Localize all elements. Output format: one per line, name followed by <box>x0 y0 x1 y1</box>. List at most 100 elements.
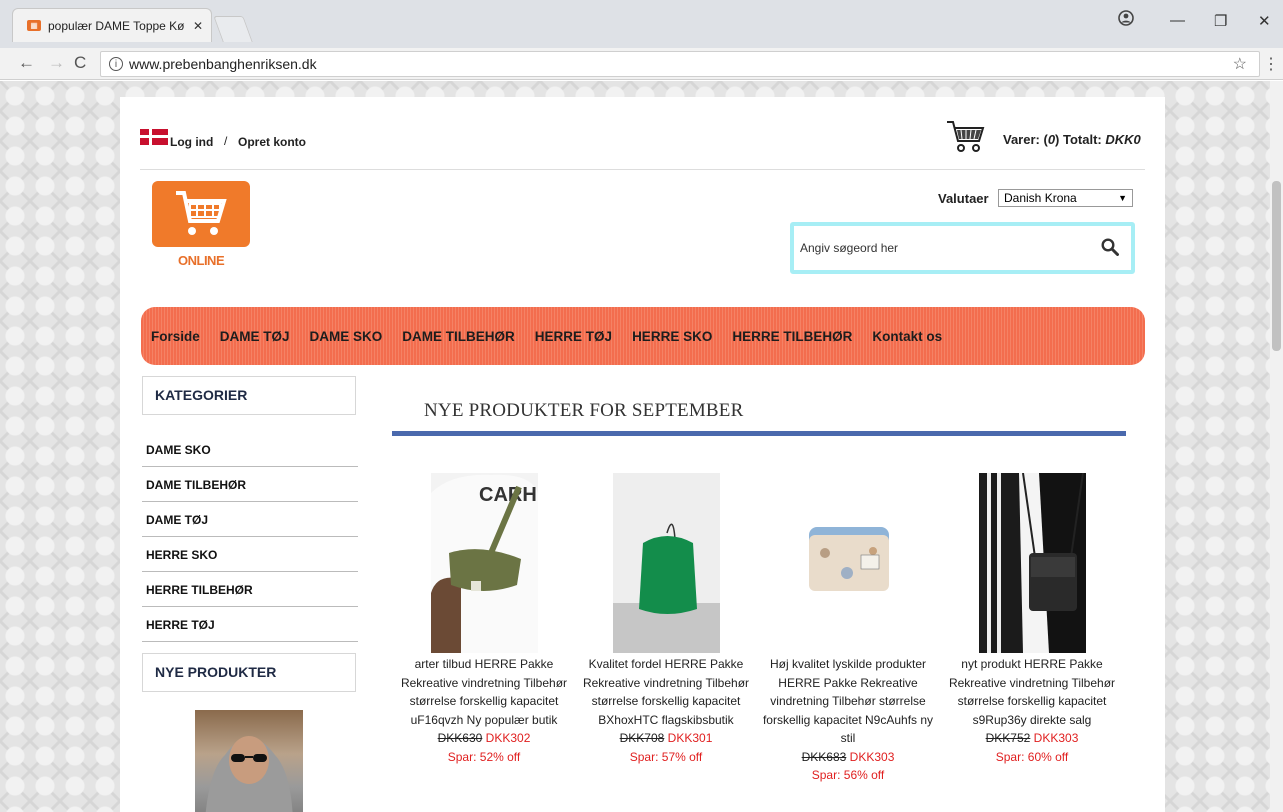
category-item[interactable]: HERRE TØJ <box>142 607 358 642</box>
product-price: DKK708 DKK301 <box>575 729 757 748</box>
product-name-line[interactable]: Kvalitet fordel HERRE Pakke <box>575 655 757 674</box>
info-icon[interactable]: i <box>109 57 123 71</box>
product-name-line[interactable]: vindretning Tilbehør størrelse <box>757 692 939 711</box>
reload-icon[interactable]: C <box>74 53 86 73</box>
new-price: DKK303 <box>849 749 895 764</box>
category-item[interactable]: DAME SKO <box>142 432 358 467</box>
url-text: www.prebenbanghenriksen.dk <box>129 56 317 72</box>
bookmark-star-icon[interactable]: ☆ <box>1233 54 1247 74</box>
cart-total: DKK0 <box>1105 132 1141 147</box>
discount-label: Spar: 52% off <box>447 749 521 764</box>
nav-dame-tilbehor[interactable]: DAME TILBEHØR <box>402 329 515 344</box>
product-name-line[interactable]: Høj kvalitet lyskilde produkter <box>757 655 939 674</box>
product-name-line[interactable]: nyt produkt HERRE Pakke <box>941 655 1123 674</box>
categories-header: KATEGORIER <box>142 376 356 415</box>
product-name-line[interactable]: arter tilbud HERRE Pakke <box>393 655 575 674</box>
main-navigation: Forside DAME TØJ DAME SKO DAME TILBEHØR … <box>141 307 1145 365</box>
danish-flag-icon[interactable] <box>140 129 168 145</box>
minimize-icon[interactable]: — <box>1170 12 1185 29</box>
discount-label: Spar: 57% off <box>629 749 703 764</box>
svg-text:CARH: CARH <box>479 484 537 506</box>
product-price: DKK752 DKK303 <box>941 729 1123 748</box>
login-separator: / <box>224 134 228 148</box>
new-price: DKK302 <box>485 731 531 745</box>
shopping-cart-icon[interactable] <box>946 119 986 155</box>
product-image-4[interactable] <box>979 473 1086 653</box>
category-list: DAME SKO DAME TILBEHØR DAME TØJ HERRE SK… <box>142 432 358 642</box>
close-icon[interactable]: ✕ <box>193 19 203 33</box>
category-item[interactable]: HERRE TILBEHØR <box>142 572 358 607</box>
new-tab-button[interactable] <box>213 16 253 42</box>
cart-mid: ) Totalt: <box>1055 132 1106 147</box>
product-name-line[interactable]: Rekreative vindretning Tilbehør <box>575 674 757 693</box>
currency-label: Valutaer <box>938 191 989 206</box>
product-name-line[interactable]: s9Rup36y direkte salg <box>941 711 1123 730</box>
nav-dame-toj[interactable]: DAME TØJ <box>220 329 290 344</box>
new-product-image <box>205 736 293 812</box>
nav-herre-toj[interactable]: HERRE TØJ <box>535 329 612 344</box>
product-name-line[interactable]: størrelse forskellig kapacitet <box>575 692 757 711</box>
product-name-line[interactable]: størrelse forskellig kapacitet <box>941 692 1123 711</box>
nav-dame-sko[interactable]: DAME SKO <box>310 329 383 344</box>
restore-icon[interactable]: ❐ <box>1214 12 1227 30</box>
product-image-3[interactable] <box>795 473 902 653</box>
window-close-icon[interactable]: ✕ <box>1258 12 1271 30</box>
currency-value: Danish Krona <box>1004 191 1077 205</box>
product-name-line[interactable]: uF16qvzh Ny populær butik <box>393 711 575 730</box>
forward-arrow-icon[interactable]: → <box>48 53 65 73</box>
nav-kontakt-os[interactable]: Kontakt os <box>872 329 942 344</box>
store-logo[interactable] <box>152 181 250 247</box>
product-name-line[interactable]: størrelse forskellig kapacitet <box>393 692 575 711</box>
new-products-header: NYE PRODUKTER <box>142 653 356 692</box>
old-price: DKK752 <box>985 731 1031 745</box>
cart-summary[interactable]: Varer: (0) Totalt: DKK0 <box>1003 132 1141 147</box>
product-image-2[interactable] <box>613 473 720 653</box>
page-viewport: Log ind / Opret konto Varer: (0) Totalt:… <box>0 81 1283 812</box>
logo-cart-icon <box>176 191 227 235</box>
product-name-line[interactable]: BXhoxHTC flagskibsbutik <box>575 711 757 730</box>
nav-forside[interactable]: Forside <box>151 329 200 344</box>
new-product-thumbnail[interactable] <box>195 710 303 812</box>
search-input[interactable] <box>800 241 1080 255</box>
product-name-line[interactable]: HERRE Pakke Rekreative <box>757 674 939 693</box>
search-icon[interactable] <box>1101 238 1119 256</box>
product-name-line[interactable]: Rekreative vindretning Tilbehør <box>393 674 575 693</box>
category-item[interactable]: HERRE SKO <box>142 537 358 572</box>
product-card[interactable]: arter tilbud HERRE Pakke Rekreative vind… <box>393 655 575 766</box>
cart-count: 0 <box>1047 132 1056 147</box>
scrollbar-thumb[interactable] <box>1272 181 1281 351</box>
nav-herre-sko[interactable]: HERRE SKO <box>632 329 712 344</box>
store-favicon-icon: ▦ <box>27 20 41 31</box>
page-scrollbar[interactable] <box>1270 81 1283 812</box>
old-price: DKK630 <box>437 731 483 745</box>
old-price: DKK683 <box>801 749 847 764</box>
old-price: DKK708 <box>619 731 665 745</box>
product-card[interactable]: Kvalitet fordel HERRE Pakke Rekreative v… <box>575 655 757 766</box>
section-title: NYE PRODUKTER FOR SEPTEMBER <box>424 400 744 421</box>
account-icon[interactable] <box>1118 10 1134 30</box>
logo-text: ONLINE <box>178 253 225 268</box>
product-price: DKK683 DKK303 <box>757 748 939 767</box>
product-name-line[interactable]: Rekreative vindretning Tilbehør <box>941 674 1123 693</box>
menu-dots-icon[interactable]: ⋮ <box>1263 54 1279 74</box>
currency-select[interactable]: Danish Krona ▼ <box>998 189 1133 207</box>
category-item[interactable]: DAME TØJ <box>142 502 358 537</box>
search-box <box>790 222 1135 274</box>
product-card[interactable]: Høj kvalitet lyskilde produkter HERRE Pa… <box>757 655 939 785</box>
section-divider <box>392 431 1126 436</box>
back-arrow-icon[interactable]: ← <box>18 53 35 73</box>
product-card[interactable]: nyt produkt HERRE Pakke Rekreative vindr… <box>941 655 1123 766</box>
nav-herre-tilbehor[interactable]: HERRE TILBEHØR <box>732 329 852 344</box>
category-item[interactable]: DAME TILBEHØR <box>142 467 358 502</box>
browser-tab[interactable]: ▦ populær DAME Toppe Kø ✕ <box>12 8 212 42</box>
url-field[interactable]: i www.prebenbanghenriksen.dk ☆ <box>100 51 1260 77</box>
login-link[interactable]: Log ind <box>170 135 213 149</box>
browser-tab-bar: ▦ populær DAME Toppe Kø ✕ — ❐ ✕ <box>0 0 1283 48</box>
product-image-1[interactable]: CARH <box>431 473 538 653</box>
address-bar: ← → C i www.prebenbanghenriksen.dk ☆ ⋮ <box>0 48 1283 80</box>
register-link[interactable]: Opret konto <box>238 135 306 149</box>
product-name-line[interactable]: forskellig kapacitet N9cAuhfs ny <box>757 711 939 730</box>
header-divider <box>140 169 1145 170</box>
product-name-line[interactable]: stil <box>757 729 939 748</box>
page-container: Log ind / Opret konto Varer: (0) Totalt:… <box>120 97 1165 812</box>
